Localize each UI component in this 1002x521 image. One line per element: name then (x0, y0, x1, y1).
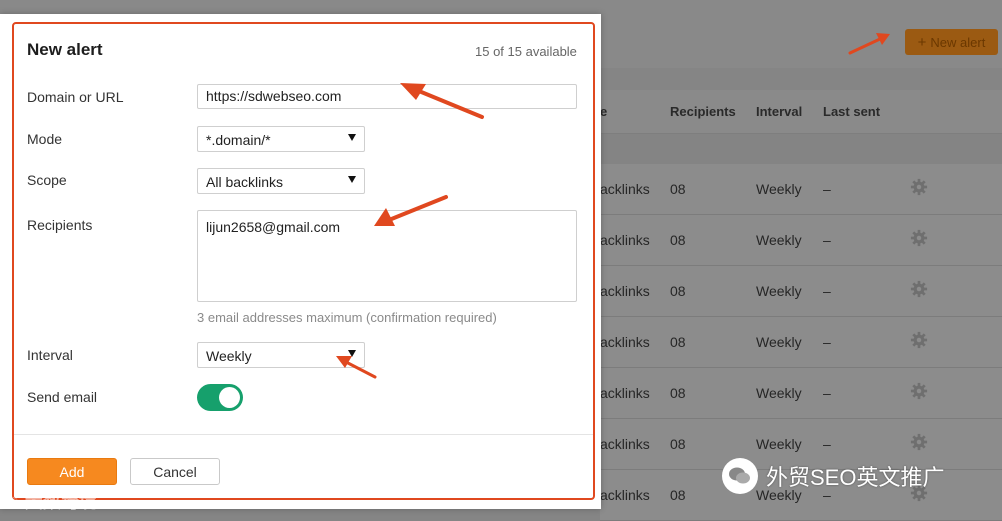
scope-select[interactable]: All backlinks (197, 168, 365, 194)
table-row: acklinks 08 Weekly – (600, 368, 1002, 419)
scope-select-value: All backlinks (206, 174, 284, 190)
cell-scope: acklinks (600, 487, 650, 503)
watermark-right: 外贸SEO英文推广 (722, 458, 944, 494)
caret-down-icon (348, 134, 356, 141)
gear-icon[interactable] (910, 178, 928, 196)
recipients-hint: 3 email addresses maximum (confirmation … (197, 310, 497, 325)
cell-scope: acklinks (600, 334, 650, 350)
cell-interval: Weekly (756, 436, 802, 452)
cancel-button[interactable]: Cancel (130, 458, 220, 485)
gear-icon[interactable] (910, 382, 928, 400)
cell-scope: acklinks (600, 232, 650, 248)
gear-icon[interactable] (910, 331, 928, 349)
caret-down-icon (348, 350, 356, 357)
gear-icon[interactable] (910, 433, 928, 451)
new-alert-button-label: New alert (930, 34, 986, 50)
cell-last-sent: – (823, 232, 831, 248)
mode-select[interactable]: *.domain/* (197, 126, 365, 152)
cell-recipients: 08 (670, 436, 686, 452)
cell-last-sent: – (823, 436, 831, 452)
scope-label: Scope (27, 172, 67, 188)
cell-last-sent: – (823, 283, 831, 299)
domain-label: Domain or URL (27, 89, 124, 105)
cell-recipients: 08 (670, 181, 686, 197)
table-row: acklinks 08 Weekly – (600, 215, 1002, 266)
mode-select-value: *.domain/* (206, 132, 271, 148)
caret-down-icon (348, 176, 356, 183)
cell-scope: acklinks (600, 181, 650, 197)
add-button[interactable]: Add (27, 458, 117, 485)
cell-recipients: 08 (670, 334, 686, 350)
recipients-textarea[interactable]: lijun2658@gmail.com (197, 210, 577, 302)
table-row: acklinks 08 Weekly – (600, 317, 1002, 368)
cell-last-sent: – (823, 334, 831, 350)
recipients-label: Recipients (27, 217, 93, 233)
interval-select[interactable]: Weekly (197, 342, 365, 368)
new-alert-button[interactable]: + New alert (905, 29, 998, 55)
column-header-last-sent: Last sent (823, 104, 881, 119)
send-email-toggle[interactable] (197, 384, 243, 411)
wechat-icon (722, 458, 758, 494)
column-header-scope: e (600, 104, 608, 119)
domain-input[interactable]: https://sdwebseo.com (197, 84, 577, 109)
gear-icon[interactable] (910, 280, 928, 298)
cell-interval: Weekly (756, 283, 802, 299)
cell-interval: Weekly (756, 181, 802, 197)
send-email-label: Send email (27, 389, 98, 405)
cell-last-sent: – (823, 385, 831, 401)
cell-interval: Weekly (756, 385, 802, 401)
cell-interval: Weekly (756, 334, 802, 350)
watermark-left: ◌ 大数跨境 (8, 488, 97, 514)
cell-interval: Weekly (756, 232, 802, 248)
cell-recipients: 08 (670, 487, 686, 503)
toggle-knob (219, 387, 240, 408)
cell-scope: acklinks (600, 436, 650, 452)
footer-divider (14, 434, 593, 435)
mode-label: Mode (27, 131, 63, 147)
cell-scope: acklinks (600, 283, 650, 299)
cell-recipients: 08 (670, 232, 686, 248)
modal-title: New alert (27, 40, 103, 59)
brand-logo-icon: ◌ (8, 490, 19, 511)
column-header-interval: Interval (756, 104, 803, 119)
table-row: acklinks 08 Weekly – (600, 164, 1002, 215)
column-header-recipients: Recipients (670, 104, 736, 119)
watermark-left-text: 大数跨境 (24, 492, 97, 512)
table-row: acklinks 08 Weekly – (600, 266, 1002, 317)
cell-scope: acklinks (600, 385, 650, 401)
gear-icon[interactable] (910, 229, 928, 247)
availability-count: 15 of 15 available (475, 44, 577, 59)
cell-recipients: 08 (670, 385, 686, 401)
cell-recipients: 08 (670, 283, 686, 299)
watermark-right-text: 外贸SEO英文推广 (766, 465, 945, 490)
interval-label: Interval (27, 347, 73, 363)
interval-select-value: Weekly (206, 348, 252, 364)
table-group-row (600, 134, 1002, 164)
cell-last-sent: – (823, 181, 831, 197)
plus-icon: + (917, 33, 927, 51)
